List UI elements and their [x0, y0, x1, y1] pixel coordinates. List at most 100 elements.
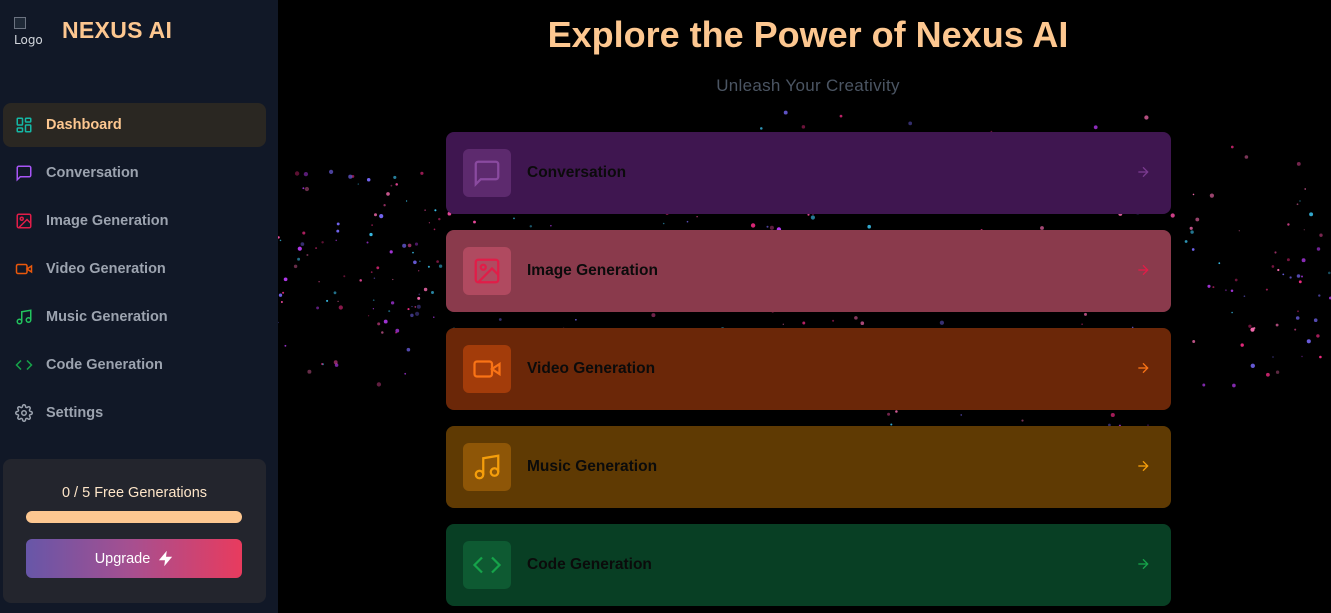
- particle: [379, 214, 384, 219]
- particle: [414, 242, 419, 246]
- particle: [1192, 340, 1196, 343]
- particle: [427, 265, 430, 268]
- sidebar: Logo NEXUS AI Dashboard Conversation Ima…: [0, 0, 278, 613]
- particle: [1303, 229, 1305, 231]
- particle: [434, 209, 437, 212]
- sidebar-item-dashboard[interactable]: Dashboard: [3, 103, 266, 147]
- particle: [278, 321, 279, 324]
- sidebar-nav: Dashboard Conversation Image Generation …: [3, 103, 266, 439]
- particle: [420, 171, 424, 175]
- particle: [321, 363, 323, 365]
- code-icon: [472, 556, 502, 574]
- particle: [1253, 327, 1256, 330]
- sidebar-item-code-generation[interactable]: Code Generation: [3, 343, 266, 387]
- particle: [389, 250, 393, 254]
- particle: [376, 266, 380, 270]
- particle: [1306, 339, 1311, 344]
- sidebar-item-image-generation[interactable]: Image Generation: [3, 199, 266, 243]
- particle: [1328, 271, 1331, 275]
- brand[interactable]: Logo NEXUS AI: [14, 17, 172, 47]
- particle: [388, 310, 391, 313]
- sidebar-item-label: Conversation: [46, 165, 139, 181]
- gear-icon: [14, 403, 34, 423]
- sidebar-item-music-generation[interactable]: Music Generation: [3, 295, 266, 339]
- particle: [412, 251, 414, 254]
- tool-card-music-generation[interactable]: Music Generation: [446, 426, 1171, 508]
- tool-card-conversation[interactable]: Conversation: [446, 132, 1171, 214]
- music-icon: [14, 307, 34, 327]
- arrow-right-icon: [1138, 166, 1149, 178]
- particle: [372, 308, 375, 310]
- sidebar-item-conversation[interactable]: Conversation: [3, 151, 266, 195]
- main-content: Explore the Power of Nexus AI Unleash Yo…: [278, 0, 1331, 613]
- free-generations-count: 0 / 5 Free Generations: [61, 485, 208, 501]
- particle: [405, 200, 408, 202]
- chat-icon: [14, 163, 34, 183]
- tool-card-image-generation[interactable]: Image Generation: [446, 230, 1171, 312]
- particle: [436, 260, 439, 263]
- particle: [371, 224, 373, 226]
- particle: [370, 271, 373, 273]
- free-generations-panel: 0 / 5 Free Generations Upgrade: [3, 459, 266, 603]
- particle: [839, 114, 843, 118]
- particle: [1189, 226, 1193, 230]
- particle: [303, 171, 309, 177]
- particle: [801, 125, 806, 129]
- particle: [376, 382, 382, 387]
- particle: [1238, 230, 1240, 232]
- particle: [1195, 217, 1200, 222]
- particle: [1319, 355, 1322, 359]
- tool-icon-tile: [463, 345, 511, 393]
- particle: [438, 217, 441, 221]
- particle: [1248, 324, 1252, 328]
- particle: [1296, 203, 1299, 206]
- particle: [381, 331, 384, 334]
- particle: [1318, 294, 1321, 297]
- particle: [1224, 289, 1227, 292]
- particle: [415, 311, 420, 316]
- particle: [366, 241, 369, 244]
- particle: [297, 246, 302, 251]
- particle: [1093, 125, 1098, 130]
- particle: [406, 347, 411, 352]
- sidebar-item-settings[interactable]: Settings: [3, 391, 266, 435]
- tool-icon-tile: [463, 247, 511, 295]
- particle: [279, 239, 282, 242]
- particle: [411, 305, 413, 308]
- music-icon: [474, 454, 500, 480]
- tool-title: Video Generation: [527, 360, 656, 377]
- particle: [1319, 233, 1323, 237]
- sidebar-item-video-generation[interactable]: Video Generation: [3, 247, 266, 291]
- tool-card-video-generation[interactable]: Video Generation: [446, 328, 1171, 410]
- particle: [1243, 295, 1246, 298]
- particle: [300, 242, 305, 246]
- particle: [393, 175, 397, 179]
- tool-card-code-generation[interactable]: Code Generation: [446, 524, 1171, 606]
- particle: [418, 293, 421, 296]
- particle: [359, 279, 362, 282]
- particle: [1191, 248, 1195, 251]
- particle: [1250, 363, 1255, 368]
- particle: [1296, 161, 1301, 166]
- particle: [374, 213, 377, 217]
- particle: [1294, 328, 1297, 331]
- particle: [372, 299, 375, 302]
- particle: [307, 369, 312, 374]
- particle: [1271, 265, 1275, 268]
- particle: [392, 278, 394, 281]
- particle: [283, 277, 288, 282]
- particle: [336, 222, 340, 226]
- particle: [395, 328, 400, 333]
- upgrade-button[interactable]: Upgrade: [26, 539, 242, 578]
- tool-cards: Conversation Image Generation Video Gene…: [446, 132, 1171, 613]
- particle: [337, 300, 339, 303]
- particle: [433, 316, 435, 318]
- arrow-right-icon: [1138, 558, 1149, 570]
- particle: [1289, 276, 1292, 279]
- particle: [333, 291, 337, 295]
- particle: [302, 231, 306, 235]
- particle: [433, 228, 436, 231]
- sidebar-item-label: Dashboard: [46, 117, 122, 133]
- particle: [280, 301, 283, 303]
- particle: [366, 178, 371, 182]
